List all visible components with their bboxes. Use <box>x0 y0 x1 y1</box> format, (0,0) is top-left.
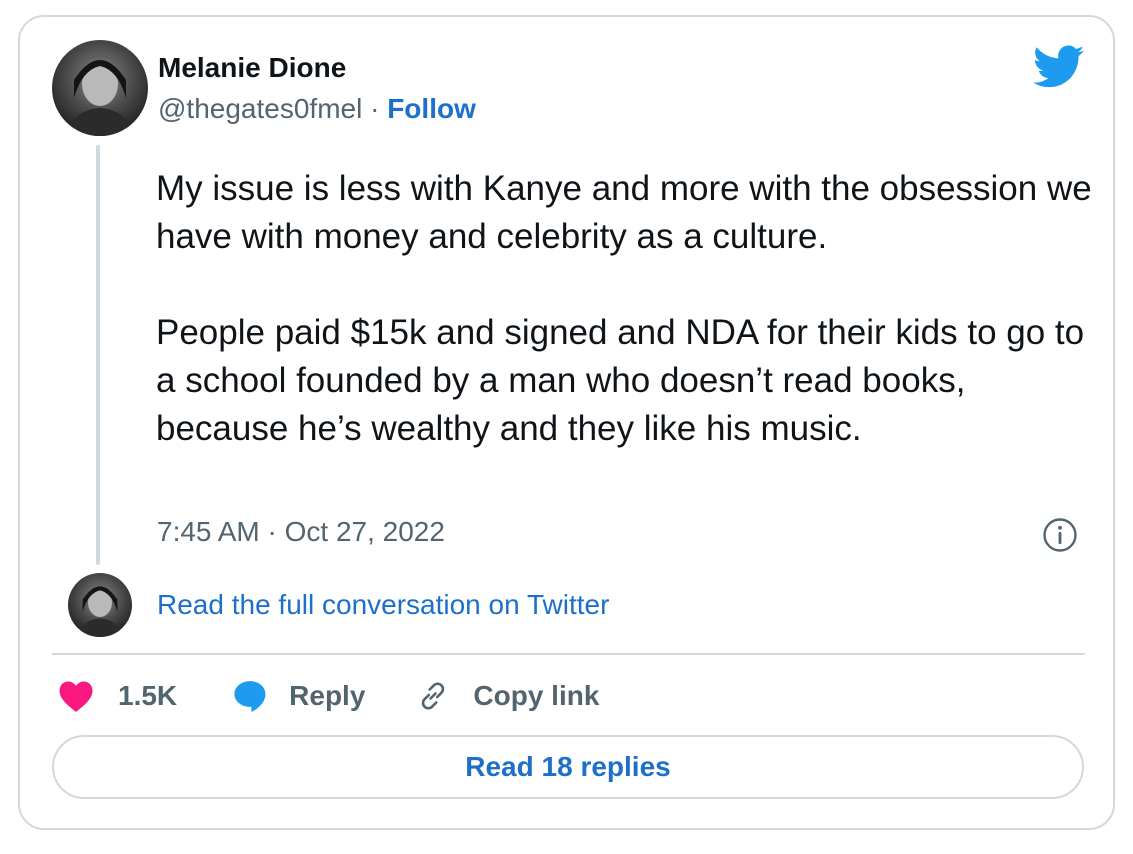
like-button[interactable]: 1.5K <box>58 679 233 713</box>
tweet-timestamp[interactable]: 7:45 AM · Oct 27, 2022 <box>157 516 445 548</box>
reply-button[interactable]: Reply <box>233 679 415 713</box>
thread-line <box>96 145 100 565</box>
action-bar: 1.5K Reply Copy link <box>58 673 599 719</box>
read-replies-button[interactable]: Read 18 replies <box>52 735 1084 799</box>
tweet-paragraph: People paid $15k and signed and NDA for … <box>156 313 1085 448</box>
heart-icon <box>59 681 93 712</box>
handle-separator: · <box>370 93 380 124</box>
conversation-avatar[interactable] <box>68 573 132 637</box>
read-replies-label: Read 18 replies <box>465 751 671 782</box>
copy-link-button[interactable]: Copy link <box>415 678 599 714</box>
follow-button[interactable]: Follow <box>387 93 476 124</box>
avatar-portrait <box>66 60 134 136</box>
read-conversation-link[interactable]: Read the full conversation on Twitter <box>157 589 609 621</box>
like-count: 1.5K <box>118 680 178 711</box>
reply-label: Reply <box>289 680 366 711</box>
author-handle[interactable]: @thegates0fmel <box>158 93 362 124</box>
speech-bubble-icon <box>234 681 266 713</box>
tweet-paragraph: My issue is less with Kanye and more wit… <box>156 169 1092 256</box>
link-icon <box>422 682 445 710</box>
info-icon[interactable] <box>1042 517 1078 553</box>
divider <box>52 653 1085 655</box>
author-handle-row: @thegates0fmel · Follow <box>158 93 476 125</box>
author-avatar[interactable] <box>52 40 148 136</box>
copy-link-label: Copy link <box>473 680 600 711</box>
avatar-portrait <box>77 586 123 637</box>
author-name[interactable]: Melanie Dione <box>158 52 346 84</box>
tweet-text: My issue is less with Kanye and more wit… <box>156 165 1106 453</box>
twitter-bird-icon[interactable] <box>1033 45 1085 89</box>
